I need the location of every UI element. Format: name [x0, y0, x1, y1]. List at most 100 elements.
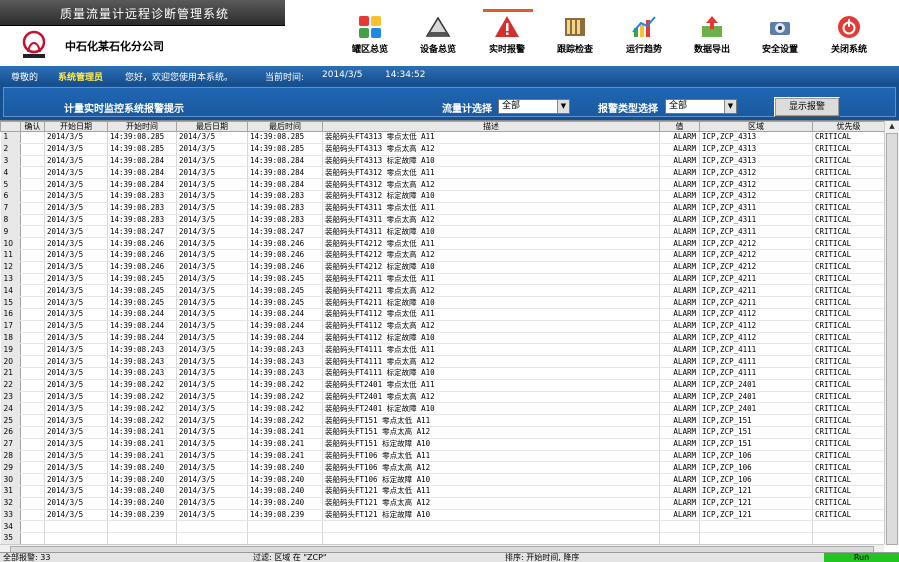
cell-confirm — [20, 178, 45, 191]
table-row[interactable]: 29 2014/3/5 14:39:08.240 2014/3/5 14:39:08.2… — [0, 461, 885, 475]
cell-description: 装船码头FT4112 标定故障 A10 — [322, 332, 660, 345]
cell-confirm — [20, 166, 45, 180]
cell-last-time: 14:39:08.239 — [247, 509, 323, 522]
table-row[interactable]: 22 2014/3/5 14:39:08.242 2014/3/5 14:39:08.2… — [0, 379, 885, 392]
table-row[interactable]: 6 2014/3/5 14:39:08.283 2014/3/5 14:39:08.28… — [0, 190, 885, 203]
cell-last-time: 14:39:08.242 — [247, 402, 323, 416]
cell-priority: CRITICAL — [812, 131, 885, 144]
row-number: 19 — [0, 343, 21, 357]
table-row[interactable]: 11 2014/3/5 14:39:08.246 2014/3/5 14:39:08.2… — [0, 249, 885, 262]
table-row[interactable]: 14 2014/3/5 14:39:08.245 2014/3/5 14:39:08.2… — [0, 284, 885, 298]
export-button[interactable]: 数据导出 — [680, 10, 744, 58]
vertical-scrollbar[interactable]: ▲ — [884, 121, 899, 545]
header: 质量流量计远程诊断管理系统 中石化某石化分公司 罐区总览 设备总览 实时报警 跟… — [0, 0, 899, 66]
column-header-start-time[interactable]: 开始时间 — [107, 121, 177, 132]
table-row[interactable]: 9 2014/3/5 14:39:08.247 2014/3/5 14:39:08.24… — [0, 225, 885, 239]
row-number: 17 — [0, 320, 21, 333]
table-row[interactable]: 5 2014/3/5 14:39:08.284 2014/3/5 14:39:08.28… — [0, 178, 885, 191]
cell-description: 装船码头FT4313 零点太低 A11 — [322, 131, 660, 144]
cell-confirm — [20, 308, 45, 321]
scroll-up-icon[interactable]: ▲ — [886, 121, 898, 132]
table-row[interactable]: 12 2014/3/5 14:39:08.246 2014/3/5 14:39:08.2… — [0, 261, 885, 274]
table-row[interactable]: 4 2014/3/5 14:39:08.284 2014/3/5 14:39:08.28… — [0, 166, 885, 180]
table-row[interactable]: 27 2014/3/5 14:39:08.241 2014/3/5 14:39:08.2… — [0, 438, 885, 451]
chevron-down-icon[interactable]: ▼ — [724, 100, 736, 113]
realtime-alarm-button[interactable]: 实时报警 — [475, 9, 539, 58]
table-row[interactable]: 2 2014/3/5 14:39:08.285 2014/3/5 14:39:08.28… — [0, 143, 885, 156]
tracking-button[interactable]: 跟踪检查 — [543, 10, 607, 58]
tank-area-button[interactable]: 罐区总览 — [338, 10, 402, 58]
table-row[interactable]: 8 2014/3/5 14:39:08.283 2014/3/5 14:39:08.28… — [0, 214, 885, 227]
cell-last-time: 14:39:08.283 — [247, 214, 323, 227]
column-header-description[interactable]: 描述 — [322, 121, 660, 132]
cell-confirm — [20, 426, 45, 439]
column-header-priority[interactable]: 优先级 — [812, 121, 885, 132]
table-row[interactable]: 26 2014/3/5 14:39:08.241 2014/3/5 14:39:08.2… — [0, 426, 885, 439]
column-header-value[interactable]: 值 — [659, 121, 700, 132]
cell-value: ALARM — [659, 450, 700, 463]
chevron-down-icon[interactable]: ▼ — [557, 100, 569, 113]
cell-start-date: 2014/3/5 — [44, 143, 108, 156]
table-row[interactable]: 24 2014/3/5 14:39:08.242 2014/3/5 14:39:08.2… — [0, 402, 885, 416]
row-number: 13 — [0, 273, 21, 286]
cell-area: ICP,ZCP_4212 — [699, 261, 813, 274]
close-system-button[interactable]: 关闭系统 — [817, 10, 881, 58]
table-row[interactable]: 18 2014/3/5 14:39:08.244 2014/3/5 14:39:08.2… — [0, 332, 885, 345]
cell-confirm — [20, 296, 45, 309]
equipment-button[interactable]: 设备总览 — [406, 10, 470, 58]
cell-last-date: 2014/3/5 — [176, 509, 248, 522]
current-time: 14:34:52 — [385, 70, 426, 80]
cell-area: ICP,ZCP_4311 — [699, 214, 813, 227]
table-row[interactable]: 1 2014/3/5 14:39:08.285 2014/3/5 14:39:08.28… — [0, 131, 885, 144]
table-row[interactable]: 33 2014/3/5 14:39:08.239 2014/3/5 14:39:08.2… — [0, 509, 885, 522]
column-header-last-date[interactable]: 最后日期 — [176, 121, 248, 132]
cell-area: ICP,ZCP_4312 — [699, 190, 813, 203]
cell-last-date: 2014/3/5 — [176, 461, 248, 475]
table-row[interactable]: 3 2014/3/5 14:39:08.284 2014/3/5 14:39:08.28… — [0, 155, 885, 168]
table-row[interactable]: 16 2014/3/5 14:39:08.244 2014/3/5 14:39:08.2… — [0, 308, 885, 321]
sort-status: 排序: 开始时间, 降序 — [505, 553, 580, 562]
cell-confirm — [20, 155, 45, 168]
power-icon — [838, 16, 860, 38]
trend-button[interactable]: 运行趋势 — [612, 10, 676, 58]
realtime-alarm-label: 实时报警 — [488, 45, 525, 55]
security-button[interactable]: 安全设置 — [748, 10, 812, 58]
cell-last-date: 2014/3/5 — [176, 143, 248, 156]
column-header-last-time[interactable]: 最后时间 — [247, 121, 323, 132]
alarm-type-select[interactable]: 全部 ▼ — [665, 99, 737, 114]
column-header-area[interactable]: 区域 — [699, 121, 813, 132]
table-row[interactable]: 35 — [0, 532, 885, 545]
cell-description — [322, 520, 660, 534]
table-row[interactable]: 17 2014/3/5 14:39:08.244 2014/3/5 14:39:08.2… — [0, 320, 885, 333]
table-row[interactable]: 13 2014/3/5 14:39:08.245 2014/3/5 14:39:08.2… — [0, 273, 885, 286]
table-row[interactable]: 31 2014/3/5 14:39:08.240 2014/3/5 14:39:08.2… — [0, 485, 885, 498]
cell-priority: CRITICAL — [812, 450, 885, 463]
column-header-start-date[interactable]: 开始日期 — [44, 121, 108, 132]
cell-value: ALARM — [659, 426, 700, 439]
cell-last-time: 14:39:08.243 — [247, 355, 323, 368]
table-row[interactable]: 23 2014/3/5 14:39:08.242 2014/3/5 14:39:08.2… — [0, 391, 885, 404]
table-row[interactable]: 32 2014/3/5 14:39:08.240 2014/3/5 14:39:08.2… — [0, 497, 885, 510]
table-row[interactable]: 30 2014/3/5 14:39:08.240 2014/3/5 14:39:08.2… — [0, 473, 885, 486]
cell-last-date: 2014/3/5 — [176, 296, 248, 309]
cell-value: ALARM — [659, 438, 700, 451]
vertical-scroll-thumb[interactable] — [886, 133, 898, 545]
cell-last-time: 14:39:08.244 — [247, 332, 323, 345]
table-row[interactable]: 20 2014/3/5 14:39:08.243 2014/3/5 14:39:08.2… — [0, 355, 885, 368]
table-row[interactable]: 34 — [0, 520, 885, 534]
cell-start-time: 14:39:08.284 — [107, 178, 177, 191]
cell-last-date: 2014/3/5 — [176, 214, 248, 227]
cell-priority: CRITICAL — [812, 296, 885, 309]
table-row[interactable]: 19 2014/3/5 14:39:08.243 2014/3/5 14:39:08.2… — [0, 343, 885, 357]
show-alarm-button[interactable]: 显示报警 — [774, 97, 840, 117]
table-row[interactable]: 25 2014/3/5 14:39:08.242 2014/3/5 14:39:08.2… — [0, 414, 885, 427]
table-row[interactable]: 10 2014/3/5 14:39:08.246 2014/3/5 14:39:08.2… — [0, 237, 885, 250]
column-header-confirm[interactable]: 确认 — [20, 121, 45, 132]
cell-value: ALARM — [659, 379, 700, 392]
cell-area: ICP,ZCP_4313 — [699, 143, 813, 156]
table-row[interactable]: 21 2014/3/5 14:39:08.243 2014/3/5 14:39:08.2… — [0, 367, 885, 380]
meter-select[interactable]: 全部 ▼ — [498, 99, 570, 114]
table-row[interactable]: 15 2014/3/5 14:39:08.245 2014/3/5 14:39:08.2… — [0, 296, 885, 309]
table-row[interactable]: 7 2014/3/5 14:39:08.283 2014/3/5 14:39:08.28… — [0, 202, 885, 215]
table-row[interactable]: 28 2014/3/5 14:39:08.241 2014/3/5 14:39:08.2… — [0, 450, 885, 463]
